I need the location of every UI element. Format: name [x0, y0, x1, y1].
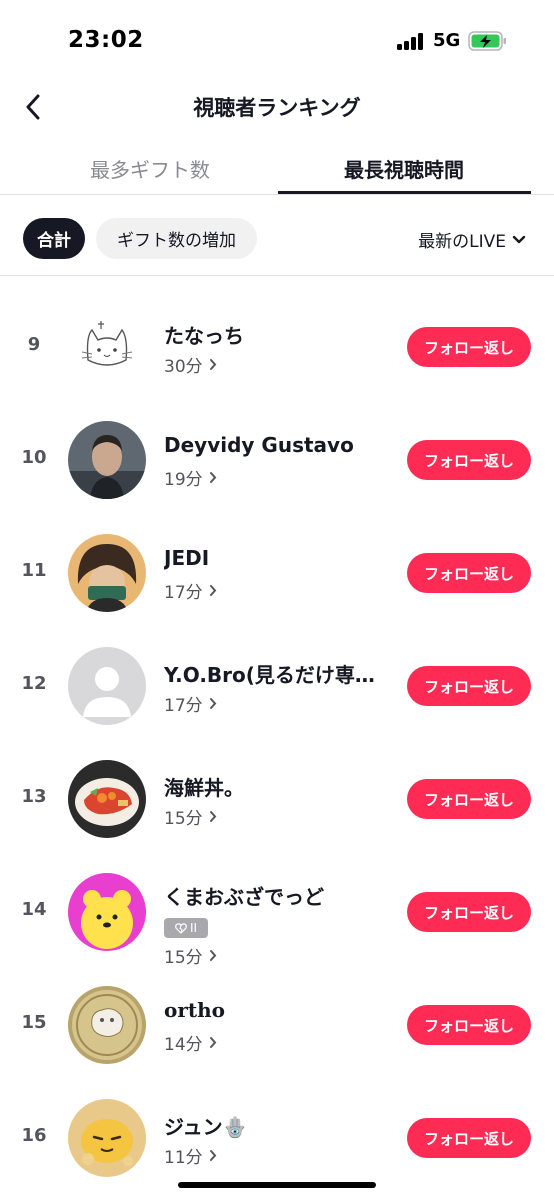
chevron-right-icon	[209, 359, 216, 370]
rank-number: 12	[21, 673, 47, 694]
home-indicator[interactable]	[178, 1182, 376, 1188]
viewer-name: Deyvidy Gustavo	[164, 433, 354, 457]
chevron-right-icon	[209, 585, 216, 596]
nav-header: 視聴者ランキング	[0, 80, 554, 138]
active-tab-indicator	[278, 191, 531, 194]
chevron-right-icon	[209, 1150, 216, 1161]
follow-back-button[interactable]: フォロー返し	[407, 892, 531, 932]
viewer-name: ジュン🪬	[164, 1115, 248, 1139]
viewer-name: くまおぶざでっど	[164, 885, 324, 909]
avatar[interactable]	[68, 873, 146, 951]
yellow-mascot-avatar	[68, 1099, 146, 1177]
watch-time[interactable]: 11分	[164, 1143, 217, 1168]
battery-charging-icon	[468, 31, 506, 51]
viewer-name: Y.O.Bro(見るだけ専…	[164, 663, 375, 687]
rank-number: 16	[21, 1125, 47, 1146]
watch-time-label: 11分	[164, 1148, 203, 1168]
page-title: 視聴者ランキング	[193, 96, 361, 120]
yellow-bear-avatar	[68, 873, 146, 951]
ranking-row: 11 JEDI 17分 フォロー返し	[0, 516, 554, 629]
chevron-right-icon	[209, 698, 216, 709]
chevron-right-icon	[209, 811, 216, 822]
rank-number: 10	[21, 447, 47, 468]
viewer-name: ortho	[164, 998, 225, 1022]
sort-label: 最新のLIVE	[418, 232, 506, 252]
chip-gift-increase[interactable]: ギフト数の増加	[96, 218, 257, 259]
ranking-row: 13 海鮮丼。 15分 フォロー返し	[0, 742, 554, 855]
coin-avatar	[68, 986, 146, 1064]
watch-time-label: 14分	[164, 1035, 203, 1055]
chevron-down-icon	[512, 235, 526, 243]
avatar[interactable]	[68, 534, 146, 612]
man-portrait-avatar	[68, 421, 146, 499]
watch-time-label: 19分	[164, 470, 203, 490]
watch-time-label: 15分	[164, 809, 203, 829]
watch-time[interactable]: 14分	[164, 1030, 217, 1055]
avatar[interactable]	[68, 421, 146, 499]
avatar[interactable]	[68, 760, 146, 838]
avatar[interactable]	[68, 1099, 146, 1177]
tab-most-gifts[interactable]: 最多ギフト数	[24, 154, 276, 183]
ranking-row: 10 Deyvidy Gustavo 19分 フォロー返し	[0, 403, 554, 516]
default-avatar-icon	[68, 647, 146, 725]
chevron-right-icon	[209, 950, 216, 961]
avatar[interactable]	[68, 308, 146, 386]
watch-time[interactable]: 19分	[164, 465, 217, 490]
chip-total[interactable]: 合計	[23, 218, 85, 259]
seafood-bowl-avatar	[68, 760, 146, 838]
follow-back-button[interactable]: フォロー返し	[407, 440, 531, 480]
live-sort-dropdown[interactable]: 最新のLIVE	[418, 227, 526, 252]
avatar[interactable]	[68, 647, 146, 725]
anime-character-avatar	[68, 534, 146, 612]
status-bar: 23:02 5G	[0, 0, 554, 80]
follow-back-button[interactable]: フォロー返し	[407, 553, 531, 593]
tab-longest-watch[interactable]: 最長視聴時間	[278, 154, 530, 183]
viewer-name: JEDI	[164, 546, 210, 570]
watch-time[interactable]: 17分	[164, 691, 217, 716]
signal-icon	[397, 33, 427, 50]
ranking-row: 9 たなっち 30分 フォロー返し	[0, 290, 554, 403]
cat-doodle-avatar	[68, 308, 146, 386]
viewer-name: 海鮮丼。	[164, 776, 244, 800]
ranking-tabs: 最多ギフト数 最長視聴時間	[0, 140, 554, 195]
watch-time-label: 17分	[164, 696, 203, 716]
follow-back-button[interactable]: フォロー返し	[407, 1005, 531, 1045]
viewer-name: たなっち	[164, 324, 244, 348]
rank-number: 15	[21, 1012, 47, 1033]
watch-time-label: 30分	[164, 357, 203, 377]
watch-time[interactable]: 30分	[164, 352, 217, 377]
follow-back-button[interactable]: フォロー返し	[407, 327, 531, 367]
watch-time[interactable]: 17分	[164, 578, 217, 603]
ranking-list: 9 たなっち 30分 フォロー返し 10 Deyvidy Gustavo 19分…	[0, 290, 554, 1194]
ranking-row: 12 Y.O.Bro(見るだけ専… 17分 フォロー返し	[0, 629, 554, 742]
chevron-right-icon	[209, 472, 216, 483]
badge-level: II	[189, 921, 198, 935]
filter-bar: 合計 ギフト数の増加 最新のLIVE	[0, 196, 554, 276]
status-time: 23:02	[68, 27, 144, 53]
watch-time-label: 15分	[164, 948, 203, 968]
watch-time[interactable]: 15分	[164, 804, 217, 829]
broken-heart-icon	[175, 922, 187, 934]
ranking-row: 15 ortho 14分 フォロー返し	[0, 968, 554, 1081]
chevron-right-icon	[209, 1037, 216, 1048]
rank-number: 14	[21, 899, 47, 920]
network-label: 5G	[433, 30, 461, 51]
fan-level-badge: II	[164, 918, 208, 938]
ranking-row: 16 ジュン🪬 11分 フォロー返し	[0, 1081, 554, 1194]
watch-time[interactable]: 15分	[164, 943, 217, 968]
follow-back-button[interactable]: フォロー返し	[407, 666, 531, 706]
follow-back-button[interactable]: フォロー返し	[407, 1118, 531, 1158]
follow-back-button[interactable]: フォロー返し	[407, 779, 531, 819]
watch-time-label: 17分	[164, 583, 203, 603]
rank-number: 13	[21, 786, 47, 807]
ranking-row: 14 くまおぶざでっど II 15分 フォロー返し	[0, 855, 554, 968]
rank-number: 9	[27, 334, 41, 355]
avatar[interactable]	[68, 986, 146, 1064]
rank-number: 11	[21, 560, 47, 581]
